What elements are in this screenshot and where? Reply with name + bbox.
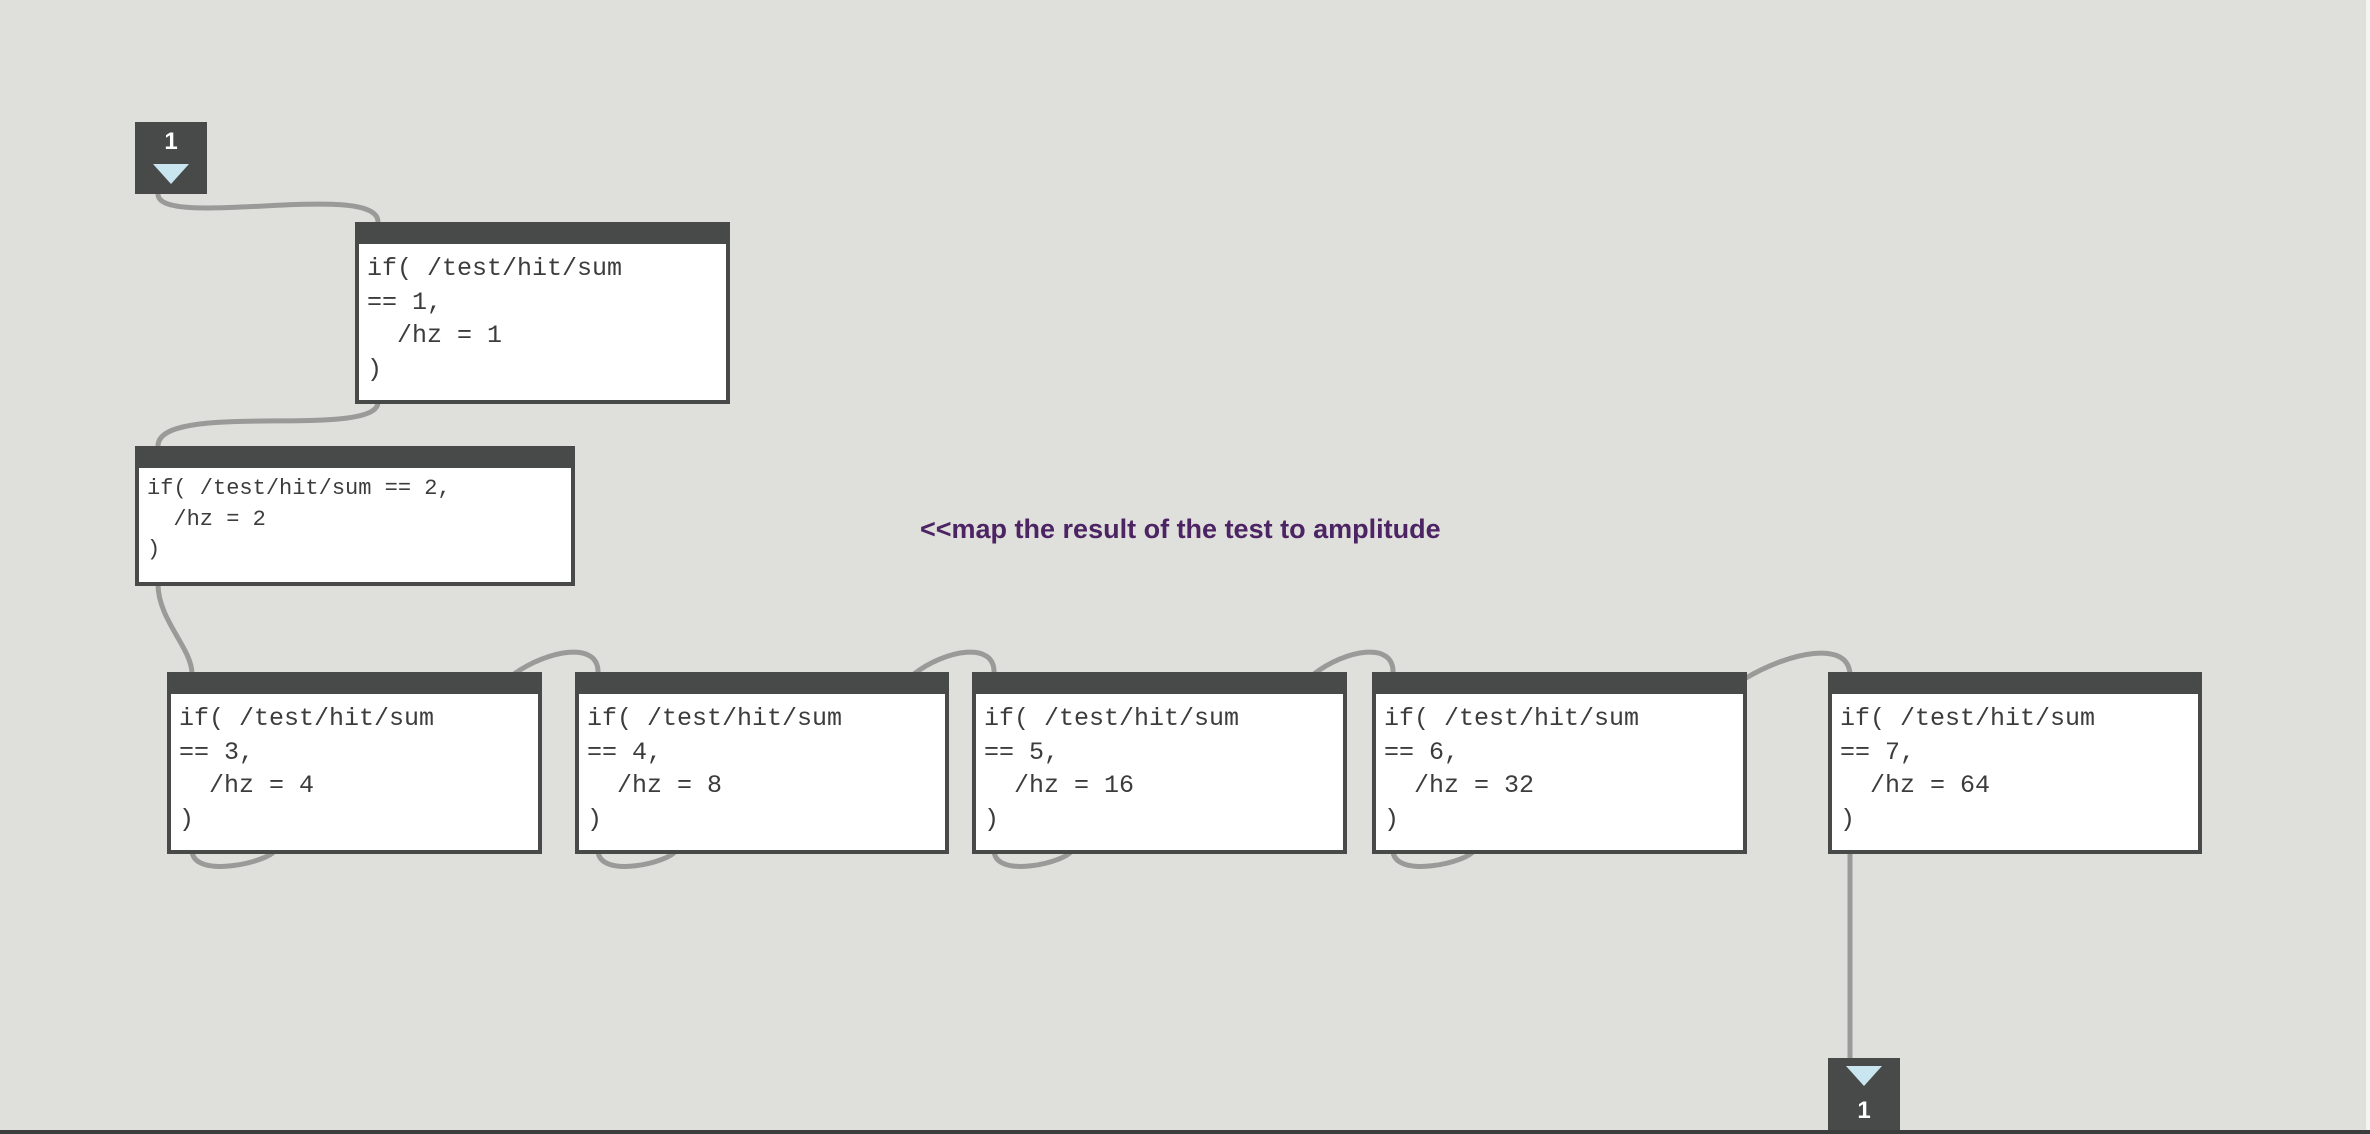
expr-line: ) xyxy=(147,537,161,562)
expr-line: == 1, xyxy=(367,287,443,317)
expr-line: ) xyxy=(984,804,1000,834)
expr-line: if( /test/hit/sum xyxy=(587,704,843,733)
expr-line: == 7, xyxy=(1840,737,1916,767)
expr-line: ) xyxy=(1840,804,1856,834)
patch-cord-expr-1-to-expr-2 xyxy=(155,399,381,449)
expr-line: if( /test/hit/sum xyxy=(1840,704,2096,733)
expr-line: if( /test/hit/sum xyxy=(179,704,435,733)
expr-line: == 4, xyxy=(587,737,663,767)
expr-box-6[interactable]: if( /test/hit/sum == 6, /hz = 32 ) xyxy=(1372,672,1747,854)
patch-cord-inlet-to-expr-1 xyxy=(155,191,381,225)
expr-code: if( /test/hit/sum == 7, /hz = 64 ) xyxy=(1832,694,2198,836)
expr-box-5[interactable]: if( /test/hit/sum == 5, /hz = 16 ) xyxy=(972,672,1347,854)
inlet-index: 1 xyxy=(164,128,178,155)
outlet-index: 1 xyxy=(1857,1097,1871,1124)
expr-code: if( /test/hit/sum == 5, /hz = 16 ) xyxy=(976,694,1343,836)
down-triangle-icon xyxy=(153,164,189,184)
window-bottom-edge xyxy=(0,1130,2370,1134)
patch-cord-expr-2-to-expr-3 xyxy=(155,581,195,677)
outlet[interactable]: 1 xyxy=(1828,1058,1900,1130)
expr-line: == 3, xyxy=(179,737,255,767)
expr-line: if( /test/hit/sum xyxy=(984,704,1240,733)
comment[interactable]: <<map the result of the test to amplitud… xyxy=(920,514,1441,545)
expr-line: /hz = 1 xyxy=(367,321,503,350)
expr-line: /hz = 16 xyxy=(984,771,1135,800)
expr-line: if( /test/hit/sum xyxy=(1384,704,1640,733)
expr-line: /hz = 8 xyxy=(587,771,723,800)
expr-box-1[interactable]: if( /test/hit/sum == 1, /hz = 1 ) xyxy=(355,222,730,404)
expr-box-4[interactable]: if( /test/hit/sum == 4, /hz = 8 ) xyxy=(575,672,949,854)
expr-line: == 6, xyxy=(1384,737,1460,767)
patcher-canvas[interactable]: 1 if( /test/hit/sum == 1, /hz = 1 ) if( … xyxy=(0,0,2370,1134)
inlet[interactable]: 1 xyxy=(135,122,207,194)
down-triangle-icon xyxy=(1846,1066,1882,1086)
expr-code: if( /test/hit/sum == 2, /hz = 2 ) xyxy=(139,468,571,566)
expr-box-2[interactable]: if( /test/hit/sum == 2, /hz = 2 ) xyxy=(135,446,575,586)
expr-box-3[interactable]: if( /test/hit/sum == 3, /hz = 4 ) xyxy=(167,672,542,854)
expr-line: ) xyxy=(179,804,195,834)
expr-line: ) xyxy=(367,354,383,384)
expr-code: if( /test/hit/sum == 3, /hz = 4 ) xyxy=(171,694,538,836)
expr-line: ) xyxy=(587,804,603,834)
expr-line: ) xyxy=(1384,804,1400,834)
expr-line: if( /test/hit/sum xyxy=(367,254,623,283)
expr-code: if( /test/hit/sum == 1, /hz = 1 ) xyxy=(359,244,726,386)
expr-line: == 5, xyxy=(984,737,1060,767)
expr-line: /hz = 32 xyxy=(1384,771,1535,800)
expr-line: /hz = 4 xyxy=(179,771,315,800)
expr-line: /hz = 2 xyxy=(147,506,266,532)
expr-box-7[interactable]: if( /test/hit/sum == 7, /hz = 64 ) xyxy=(1828,672,2202,854)
window-right-edge xyxy=(2366,0,2370,1134)
expr-line: if( /test/hit/sum == 2, xyxy=(147,476,451,501)
expr-code: if( /test/hit/sum == 4, /hz = 8 ) xyxy=(579,694,945,836)
expr-line: /hz = 64 xyxy=(1840,771,1991,800)
expr-code: if( /test/hit/sum == 6, /hz = 32 ) xyxy=(1376,694,1743,836)
